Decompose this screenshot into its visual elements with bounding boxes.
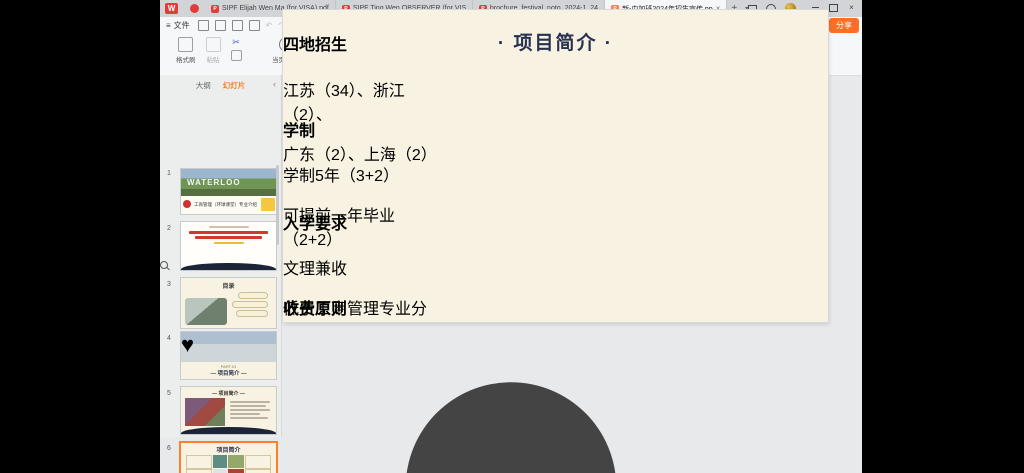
toc-photo — [185, 298, 227, 325]
paste-button[interactable]: 粘贴 — [206, 37, 221, 64]
slide-thumbnail-4[interactable]: ♥ PART.01 — 项目简介 — — [180, 331, 277, 380]
box-heading: 学制 — [283, 117, 443, 141]
part-title: — 项目简介 — — [181, 369, 276, 377]
save-icon[interactable] — [198, 20, 209, 31]
format-painter-button[interactable]: 格式刷 — [176, 37, 196, 64]
thumb6-img — [228, 469, 244, 473]
toc-items — [232, 290, 268, 319]
wps-window: W P SIPF Elijah Wen Ma (for VISA).pdf P … — [160, 0, 862, 473]
box-line: 学制5年（3+2） — [283, 162, 443, 186]
slide-thumbnail-2[interactable] — [180, 221, 277, 271]
search-icon — [160, 261, 168, 269]
pdf-file-icon: P — [211, 5, 219, 13]
thumb6-box — [245, 469, 271, 473]
slide-number: 2 — [167, 225, 171, 232]
box-line: 文理兼收 — [283, 255, 431, 279]
slide-thumbnail-6-current[interactable]: 项目简介 ♥ — [179, 441, 278, 473]
banner-text: 工商管理（环球课堂）专业介绍 — [194, 202, 257, 208]
hamburger-icon: ≡ — [166, 21, 171, 30]
clipboard-group: 格式刷 粘贴 ✂ — [176, 37, 242, 64]
heart-photo: ♥ — [181, 332, 276, 362]
school-logo — [183, 200, 191, 208]
panel-tabs: 大纲 幻灯片 — [160, 75, 281, 91]
thumb6-img — [213, 455, 227, 468]
tab-slides[interactable]: 幻灯片 — [223, 80, 246, 91]
sidebar-scrollbar[interactable] — [276, 165, 279, 245]
thumb6-img — [228, 455, 244, 468]
thumb5-photo — [185, 398, 225, 426]
thumb6-title: 项目简介 — [181, 445, 276, 454]
heart-icon: ♥ — [181, 332, 194, 357]
share-button[interactable]: 分享 — [829, 18, 859, 33]
slide-number: 5 — [167, 390, 171, 397]
pdf-app-icon[interactable] — [190, 4, 199, 13]
thumb5-textlines — [230, 399, 272, 421]
waterloo-caption: WATERLOO — [187, 178, 241, 187]
slide-number: 4 — [167, 335, 171, 342]
thumb6-box — [186, 469, 212, 473]
thumb-swoosh — [181, 427, 276, 434]
file-menu-label: 文件 — [174, 20, 190, 31]
undo-icon[interactable]: ↶ — [266, 21, 273, 30]
print-icon[interactable] — [232, 20, 243, 31]
tab-outline[interactable]: 大纲 — [196, 80, 211, 91]
wps-logo-icon[interactable]: W — [165, 3, 178, 14]
export-pdf-icon[interactable] — [215, 20, 226, 31]
screenshot-stage: W P SIPF Elijah Wen Ma (for VISA).pdf P … — [0, 0, 1024, 473]
thumb6-box — [245, 455, 271, 469]
slide-number: 1 — [167, 170, 171, 177]
banner-strip: 工商管理（环球课堂）专业介绍 — [181, 196, 276, 214]
waterloo-photo: WATERLOO — [181, 169, 276, 196]
cut-copy-buttons[interactable]: ✂ — [231, 37, 242, 64]
toc-title: 目录 — [181, 281, 276, 290]
print-preview-icon[interactable] — [249, 20, 260, 31]
thumb5-title: — 项目简介 — — [181, 390, 276, 397]
slide-number: 3 — [167, 281, 171, 288]
thumb6-box — [186, 455, 212, 469]
part-caption: PART.01 — 项目简介 — — [181, 362, 276, 379]
close-window-button[interactable]: × — [847, 3, 856, 12]
thumb-swoosh — [181, 263, 276, 270]
paste-label: 粘贴 — [207, 54, 220, 64]
box-line: 广东（2）、上海（2） — [283, 141, 443, 165]
slide-number: 6 — [167, 445, 171, 452]
slide-panel: 大纲 幻灯片 ‹ 1 WATERLOO 工商管理（环球课堂）专业介绍 2 — [160, 75, 282, 437]
thumb6-img: ♥ — [213, 469, 227, 473]
cut-icon[interactable]: ✂ — [232, 37, 240, 48]
slide-title[interactable]: · 项目简介 · — [283, 28, 828, 55]
format-painter-label: 格式刷 — [176, 54, 196, 64]
banner-tag — [261, 198, 275, 211]
file-menu[interactable]: ≡ 文件 — [166, 20, 190, 31]
slide-thumbnail-1[interactable]: WATERLOO 工商管理（环球课堂）专业介绍 — [180, 168, 277, 215]
quick-access-toolbar: ↶ ↷ ▾ — [198, 20, 294, 31]
restore-button[interactable] — [829, 3, 838, 12]
paste-icon — [206, 37, 221, 52]
title-rule-right — [283, 43, 388, 44]
slide-thumbnail-3[interactable]: 目录 — [180, 277, 277, 329]
format-painter-icon — [178, 37, 193, 52]
collapse-panel-icon[interactable]: ‹ — [273, 79, 276, 89]
slide-thumbnail-5[interactable]: — 项目简介 — — [180, 386, 277, 435]
copy-icon[interactable] — [231, 50, 242, 61]
slide-canvas[interactable]: · 项目简介 · 四地招生 江苏（34）、浙江（2）、 广东（2）、上海（2） … — [283, 10, 828, 322]
